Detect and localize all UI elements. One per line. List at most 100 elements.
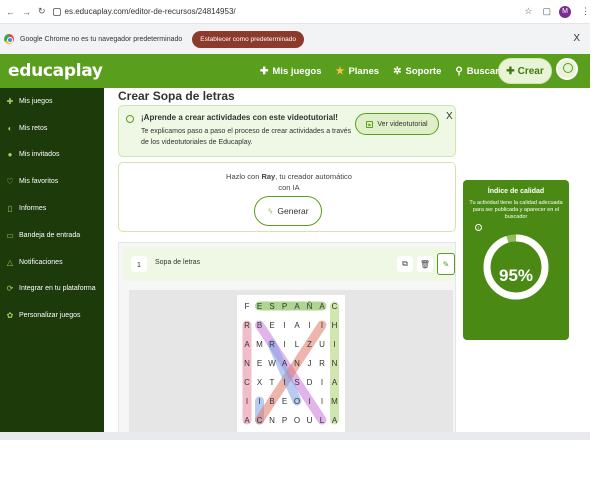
grid-cell[interactable]: A [279, 354, 291, 372]
grid-cell[interactable]: J [304, 354, 316, 372]
infobar-close-icon[interactable]: X [573, 33, 580, 44]
grid-cell[interactable]: R [266, 335, 278, 353]
sidebar-item-mis-retos[interactable]: ◐ Mis retos [0, 115, 104, 142]
grid-cell[interactable]: E [266, 316, 278, 334]
grid-cell[interactable]: N [266, 411, 278, 429]
grid-cell[interactable]: A [291, 316, 303, 334]
trash-icon[interactable]: 🗑 [417, 256, 433, 272]
grid-cell[interactable]: D [304, 373, 316, 391]
tutorial-close-icon[interactable]: X [446, 111, 453, 122]
ray-name: Ray [261, 172, 276, 181]
sidebar-item-bandeja[interactable]: ▭ Bandeja de entrada [0, 222, 104, 249]
grid-cell[interactable]: A [329, 411, 341, 429]
grid-cell[interactable]: X [254, 373, 266, 391]
sidebar-item-mis-invitados[interactable]: ● Mis invitados [0, 142, 104, 169]
sidebar-item-informes[interactable]: ▯ Informes [0, 195, 104, 222]
grid-cell[interactable]: I [279, 316, 291, 334]
info-icon[interactable]: i [475, 224, 482, 231]
grid-cell[interactable]: U [316, 335, 328, 353]
user-avatar[interactable] [556, 58, 578, 80]
grid-cell[interactable]: I [304, 392, 316, 410]
grid-cell[interactable]: O [291, 411, 303, 429]
grid-cell[interactable]: I [316, 373, 328, 391]
grid-cell[interactable]: M [329, 392, 341, 410]
activity-number: 1 [131, 256, 147, 272]
grid-cell[interactable]: P [279, 297, 291, 315]
grid-cell[interactable]: I [241, 392, 253, 410]
chrome-icon [4, 34, 14, 44]
grid-cell[interactable]: U [304, 411, 316, 429]
grid-cell[interactable]: M [254, 335, 266, 353]
grid-cell[interactable]: C [241, 373, 253, 391]
grid-cell[interactable]: I [279, 373, 291, 391]
grid-cell[interactable]: T [266, 373, 278, 391]
grid-cell[interactable]: F [241, 297, 253, 315]
grid-cell[interactable]: R [241, 316, 253, 334]
grid-cell[interactable]: I [329, 335, 341, 353]
grid-cell[interactable]: L [291, 335, 303, 353]
sidebar-item-personalizar[interactable]: ✿ Personalizar juegos [0, 302, 104, 329]
sidebar-item-mis-juegos[interactable]: ✚ Mis juegos [0, 88, 104, 115]
grid-cell[interactable]: I [254, 392, 266, 410]
grid-cell[interactable]: N [291, 354, 303, 372]
site-info-icon[interactable] [52, 7, 61, 16]
sidebar-item-integrar[interactable]: ⟳ Integrar en tu plataforma [0, 276, 104, 303]
grid-cell[interactable]: N [241, 354, 253, 372]
grid-cell[interactable]: A [241, 411, 253, 429]
grid-cell[interactable]: L [316, 411, 328, 429]
address-bar[interactable]: es.educaplay.com/editor-de-recursos/2481… [65, 7, 515, 16]
grid-cell[interactable]: A [241, 335, 253, 353]
grid-cell[interactable]: E [279, 392, 291, 410]
grid-cell[interactable]: P [279, 411, 291, 429]
grid-cell[interactable]: I [279, 335, 291, 353]
nav-planes[interactable]: ★ Planes [335, 66, 379, 77]
word-search-grid[interactable]: FESPAÑACRBEIAIIHAMRILZUINEWANJRNCXTISDIA… [237, 295, 345, 435]
grid-cell[interactable]: I [316, 392, 328, 410]
nav-soporte[interactable]: ✲ Soporte [393, 66, 441, 77]
edit-icon[interactable]: ✎ [437, 253, 455, 275]
grid-cell[interactable]: I [304, 316, 316, 334]
extensions-icon[interactable]: ▢ [542, 6, 551, 17]
grid-cell[interactable]: C [254, 411, 266, 429]
grid-cell[interactable]: A [329, 373, 341, 391]
create-button[interactable]: ✚ Crear [498, 58, 552, 84]
grid-cell[interactable]: Z [304, 335, 316, 353]
menu-icon[interactable]: ⋮ [581, 6, 590, 17]
copy-icon[interactable]: ⧉ [397, 256, 413, 272]
users-icon: ● [7, 150, 13, 160]
generate-button[interactable]: ᛃ Generar [254, 196, 322, 226]
grid-cell[interactable]: H [329, 316, 341, 334]
sidebar-item-notificaciones[interactable]: △ Notificaciones [0, 249, 104, 276]
grid-cell[interactable]: E [254, 354, 266, 372]
grid-cell[interactable]: I [316, 316, 328, 334]
grid-cell[interactable]: S [266, 297, 278, 315]
forward-icon[interactable]: → [22, 7, 31, 17]
bookmark-star-icon[interactable]: ☆ [524, 6, 532, 17]
grid-cell[interactable]: B [266, 392, 278, 410]
back-icon[interactable]: ← [6, 7, 15, 17]
plus-icon: ✚ [506, 65, 515, 77]
grid-cell[interactable]: O [291, 392, 303, 410]
grid-cell[interactable]: A [291, 297, 303, 315]
grid-cell[interactable]: E [254, 297, 266, 315]
sidebar-item-label: Informes [19, 205, 47, 213]
set-default-button[interactable]: Establecer como predeterminado [192, 30, 305, 48]
taskbar [0, 432, 590, 440]
nav-mis-juegos[interactable]: ✚ Mis juegos [260, 66, 321, 77]
grid-cell[interactable]: W [266, 354, 278, 372]
gamepad-icon: ✚ [6, 96, 14, 106]
grid-cell[interactable]: B [254, 316, 266, 334]
grid-cell[interactable]: C [329, 297, 341, 315]
educaplay-logo[interactable]: educaplay [8, 61, 103, 81]
grid-cell[interactable]: S [291, 373, 303, 391]
grid-cell[interactable]: A [316, 297, 328, 315]
grid-cell[interactable]: N [329, 354, 341, 372]
reload-icon[interactable]: ↻ [38, 6, 46, 17]
grid-cell[interactable]: R [316, 354, 328, 372]
grid-cell[interactable]: Ñ [304, 297, 316, 315]
sidebar-item-label: Integrar en tu plataforma [19, 285, 96, 293]
profile-avatar[interactable]: M [559, 5, 571, 18]
video-tutorial-button[interactable]: ▶ Ver videotutorial [355, 113, 439, 135]
sidebar-item-mis-favoritos[interactable]: ♡ Mis favoritos [0, 168, 104, 195]
ray-text-suffix: , tu creador automático con IA [275, 172, 352, 192]
